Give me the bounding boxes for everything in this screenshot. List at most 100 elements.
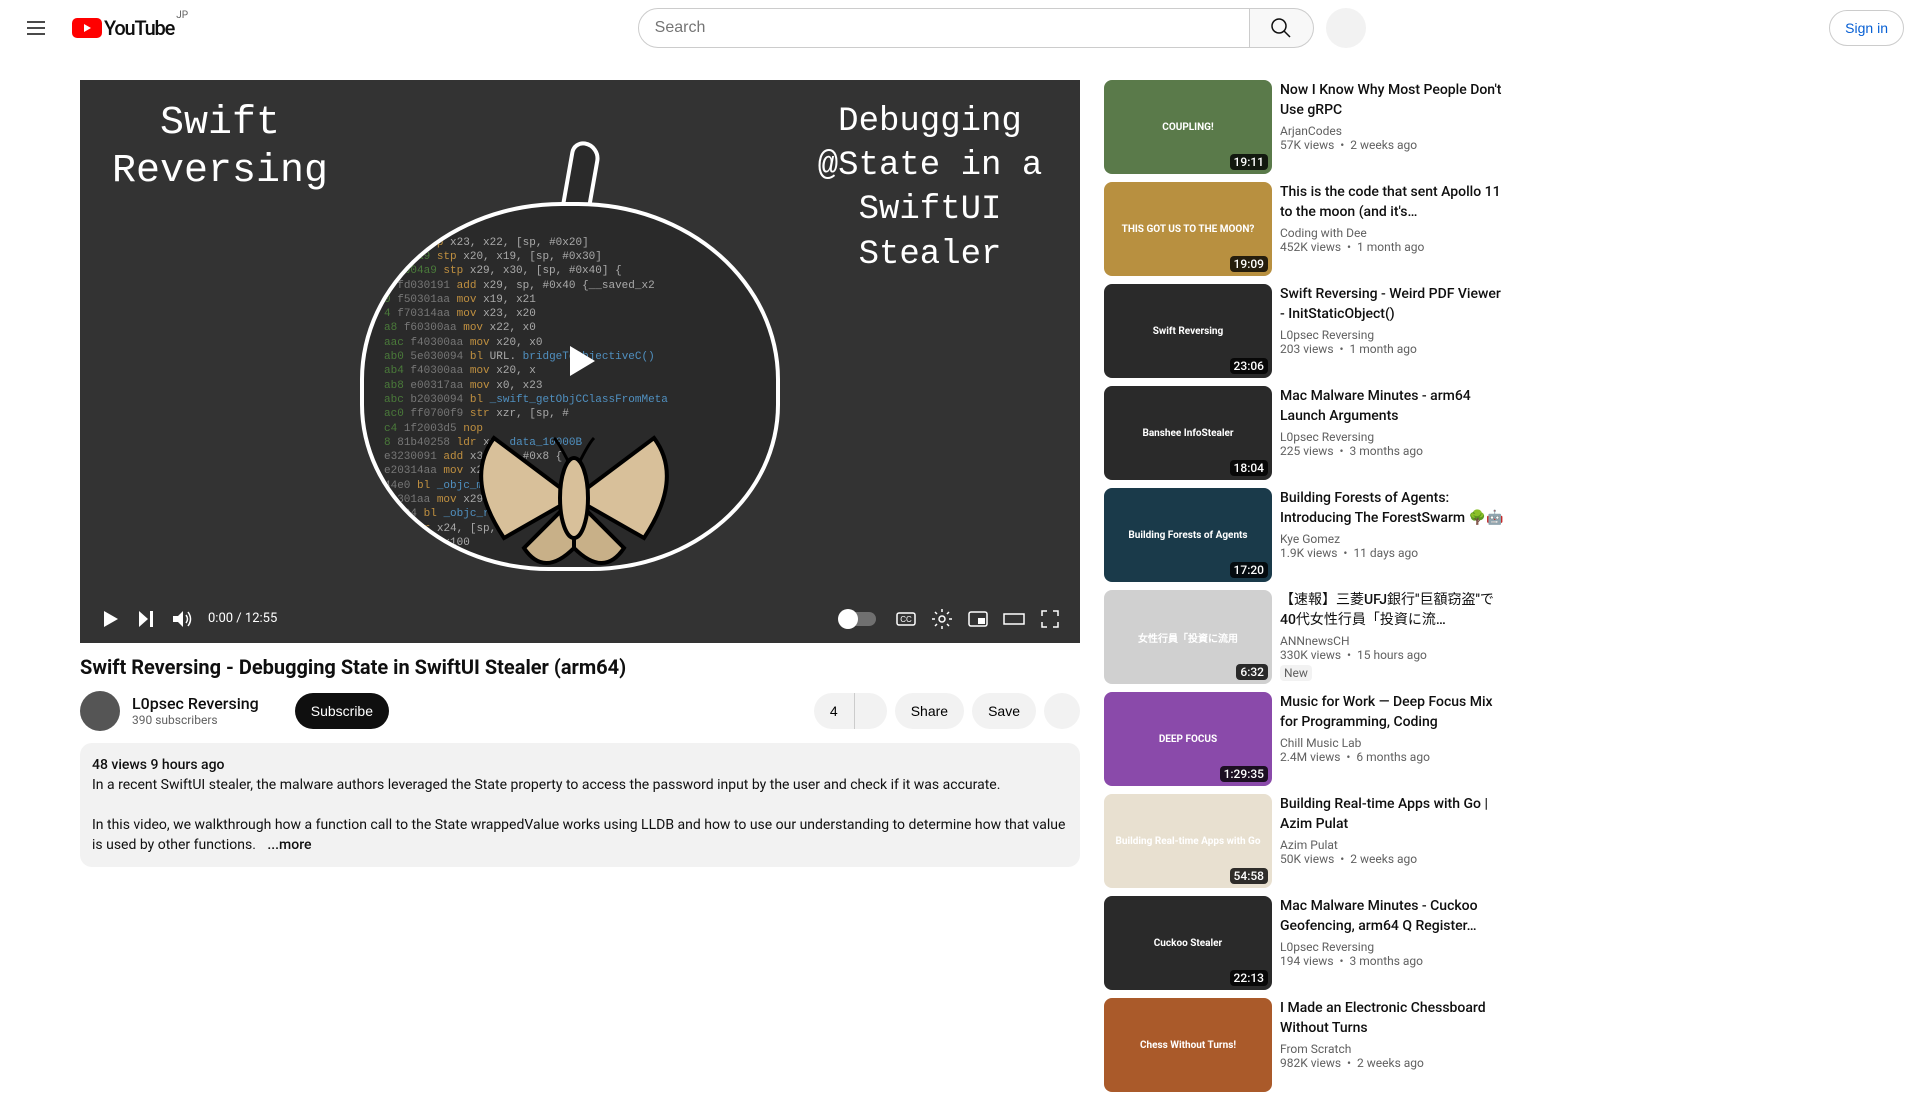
play-pause-button[interactable] [92, 601, 128, 637]
recommendation-item[interactable]: 女性行員「投資に流用 6:32 【速報】三菱UFJ銀行"巨額窃盗"で40代女性行… [1104, 590, 1506, 684]
recommendation-stats: 1.9K views • 11 days ago [1280, 546, 1506, 560]
youtube-icon [72, 18, 102, 38]
search-button[interactable] [1250, 8, 1314, 48]
recommendation-views: 50K views [1280, 852, 1334, 866]
description-box[interactable]: 48 views 9 hours ago In a recent SwiftUI… [80, 743, 1080, 867]
recommendation-thumbnail: Building Forests of Agents 17:20 [1104, 488, 1272, 582]
mute-button[interactable] [164, 601, 200, 637]
recommendation-channel: Coding with Dee [1280, 226, 1506, 240]
fullscreen-button[interactable] [1032, 601, 1068, 637]
frame-left: Swift Reversing [80, 80, 360, 643]
recommendation-time: 2 weeks ago [1350, 852, 1417, 866]
video-stats: 48 views 9 hours ago [92, 755, 1068, 775]
recommendation-item[interactable]: Building Forests of Agents 17:20 Buildin… [1104, 488, 1506, 582]
recommendation-channel: Chill Music Lab [1280, 736, 1506, 750]
recommendation-channel: L0psec Reversing [1280, 328, 1506, 342]
recommendation-views: 982K views [1280, 1056, 1341, 1070]
share-button[interactable]: Share [895, 693, 964, 729]
video-player[interactable]: Swift Reversing a02a9 stp x23, x22, [sp,… [80, 80, 1080, 643]
recommendation-channel: From Scratch [1280, 1042, 1506, 1056]
search-input[interactable] [638, 8, 1250, 48]
thumbnail-overlay-text: THIS GOT US TO THE MOON? [1118, 220, 1259, 239]
recommendation-channel: L0psec Reversing [1280, 430, 1506, 444]
search-container [638, 8, 1366, 48]
recommendation-time: 11 days ago [1353, 546, 1418, 560]
autoplay-knob [838, 609, 858, 629]
recommendation-title: Mac Malware Minutes - Cuckoo Geofencing,… [1280, 896, 1506, 936]
thumbnail-overlay-text: Cuckoo Stealer [1150, 934, 1226, 953]
gear-icon [930, 607, 954, 631]
like-button[interactable]: 4 [814, 693, 855, 729]
channel-info: L0psec Reversing 390 subscribers Subscri… [80, 691, 389, 731]
more-actions-button[interactable] [1044, 693, 1080, 729]
channel-name[interactable]: L0psec Reversing [132, 694, 259, 713]
play-button[interactable] [550, 331, 610, 391]
share-label: Share [911, 703, 948, 719]
time-total: 12:55 [245, 611, 277, 626]
recommendation-time: 6 months ago [1356, 750, 1430, 764]
menu-button[interactable] [16, 8, 56, 48]
recommendation-item[interactable]: THIS GOT US TO THE MOON? 19:09 This is t… [1104, 182, 1506, 276]
description-line: In this video, we walkthrough how a func… [92, 817, 1065, 853]
next-button[interactable] [128, 601, 164, 637]
recommendation-info: Mac Malware Minutes - arm64 Launch Argum… [1280, 386, 1506, 480]
recommendation-time: 2 weeks ago [1350, 138, 1417, 152]
signin-button[interactable]: Sign in [1829, 10, 1904, 46]
recommendation-info: Mac Malware Minutes - Cuckoo Geofencing,… [1280, 896, 1506, 990]
recommendation-time: 2 weeks ago [1357, 1056, 1424, 1070]
thumbnail-overlay-text: Building Real-time Apps with Go [1111, 832, 1264, 851]
theater-button[interactable] [996, 601, 1032, 637]
miniplayer-button[interactable] [960, 601, 996, 637]
thumbnail-overlay-text: 女性行員「投資に流用 [1134, 626, 1242, 649]
recommendation-time: 3 months ago [1349, 444, 1423, 458]
recommendation-title: 【速報】三菱UFJ銀行"巨額窃盗"で40代女性行員「投資に流… [1280, 590, 1506, 630]
time-display: 0:00 / 12:55 [208, 611, 277, 626]
save-button[interactable]: Save [972, 693, 1036, 729]
recommendation-info: 【速報】三菱UFJ銀行"巨額窃盗"で40代女性行員「投資に流… ANNnewsC… [1280, 590, 1506, 684]
settings-button[interactable] [924, 601, 960, 637]
like-count: 4 [830, 703, 838, 719]
search-icon [1269, 16, 1293, 40]
frame-right: Debugging @State in a SwiftUI Stealer [780, 80, 1080, 643]
recommendation-item[interactable]: Chess Without Turns! I Made an Electroni… [1104, 998, 1506, 1092]
recommendation-thumbnail: Chess Without Turns! [1104, 998, 1272, 1092]
captions-button[interactable]: CC [888, 601, 924, 637]
recommendation-title: Building Real-time Apps with Go | Azim P… [1280, 794, 1506, 834]
theater-icon [1002, 607, 1026, 631]
dislike-button[interactable] [855, 693, 887, 729]
recommendation-item[interactable]: Cuckoo Stealer 22:13 Mac Malware Minutes… [1104, 896, 1506, 990]
recommendation-item[interactable]: Banshee InfoStealer 18:04 Mac Malware Mi… [1104, 386, 1506, 480]
channel-avatar[interactable] [80, 691, 120, 731]
moth-icon [444, 398, 704, 598]
signin-label: Sign in [1845, 20, 1888, 36]
youtube-logo[interactable]: YouTube JP [72, 16, 174, 40]
recommendation-badge: New [1280, 665, 1312, 681]
thumbnail-overlay-text: Banshee InfoStealer [1138, 424, 1237, 443]
subscribe-button[interactable]: Subscribe [295, 693, 389, 729]
fullscreen-icon [1038, 607, 1062, 631]
recommendation-title: Mac Malware Minutes - arm64 Launch Argum… [1280, 386, 1506, 426]
recommendation-title: Music for Work — Deep Focus Mix for Prog… [1280, 692, 1506, 732]
recommendation-stats: 330K views • 15 hours ago [1280, 648, 1506, 662]
recommendation-item[interactable]: DEEP FOCUS 1:29:35 Music for Work — Deep… [1104, 692, 1506, 786]
recommendation-item[interactable]: COUPLING! 19:11 Now I Know Why Most Peop… [1104, 80, 1506, 174]
recommendation-thumbnail: Swift Reversing 23:06 [1104, 284, 1272, 378]
recommendation-thumbnail: 女性行員「投資に流用 6:32 [1104, 590, 1272, 684]
next-icon [134, 607, 158, 631]
miniplayer-icon [966, 607, 990, 631]
recommendation-info: This is the code that sent Apollo 11 to … [1280, 182, 1506, 276]
duration-badge: 22:13 [1230, 970, 1268, 986]
recommendation-item[interactable]: Building Real-time Apps with Go 54:58 Bu… [1104, 794, 1506, 888]
show-more-button[interactable]: ...more [267, 837, 311, 853]
content: Swift Reversing a02a9 stp x23, x22, [sp,… [0, 0, 1920, 1100]
recommendation-item[interactable]: Swift Reversing 23:06 Swift Reversing - … [1104, 284, 1506, 378]
recommendation-thumbnail: Cuckoo Stealer 22:13 [1104, 896, 1272, 990]
recommendation-thumbnail: DEEP FOCUS 1:29:35 [1104, 692, 1272, 786]
voice-search-button[interactable] [1326, 8, 1366, 48]
autoplay-toggle[interactable] [840, 612, 876, 626]
recommendation-stats: 452K views • 1 month ago [1280, 240, 1506, 254]
recommendation-info: I Made an Electronic Chessboard Without … [1280, 998, 1506, 1092]
recommendation-views: 452K views [1280, 240, 1341, 254]
recommendation-views: 2.4M views [1280, 750, 1340, 764]
recommendation-title: Now I Know Why Most People Don't Use gRP… [1280, 80, 1506, 120]
